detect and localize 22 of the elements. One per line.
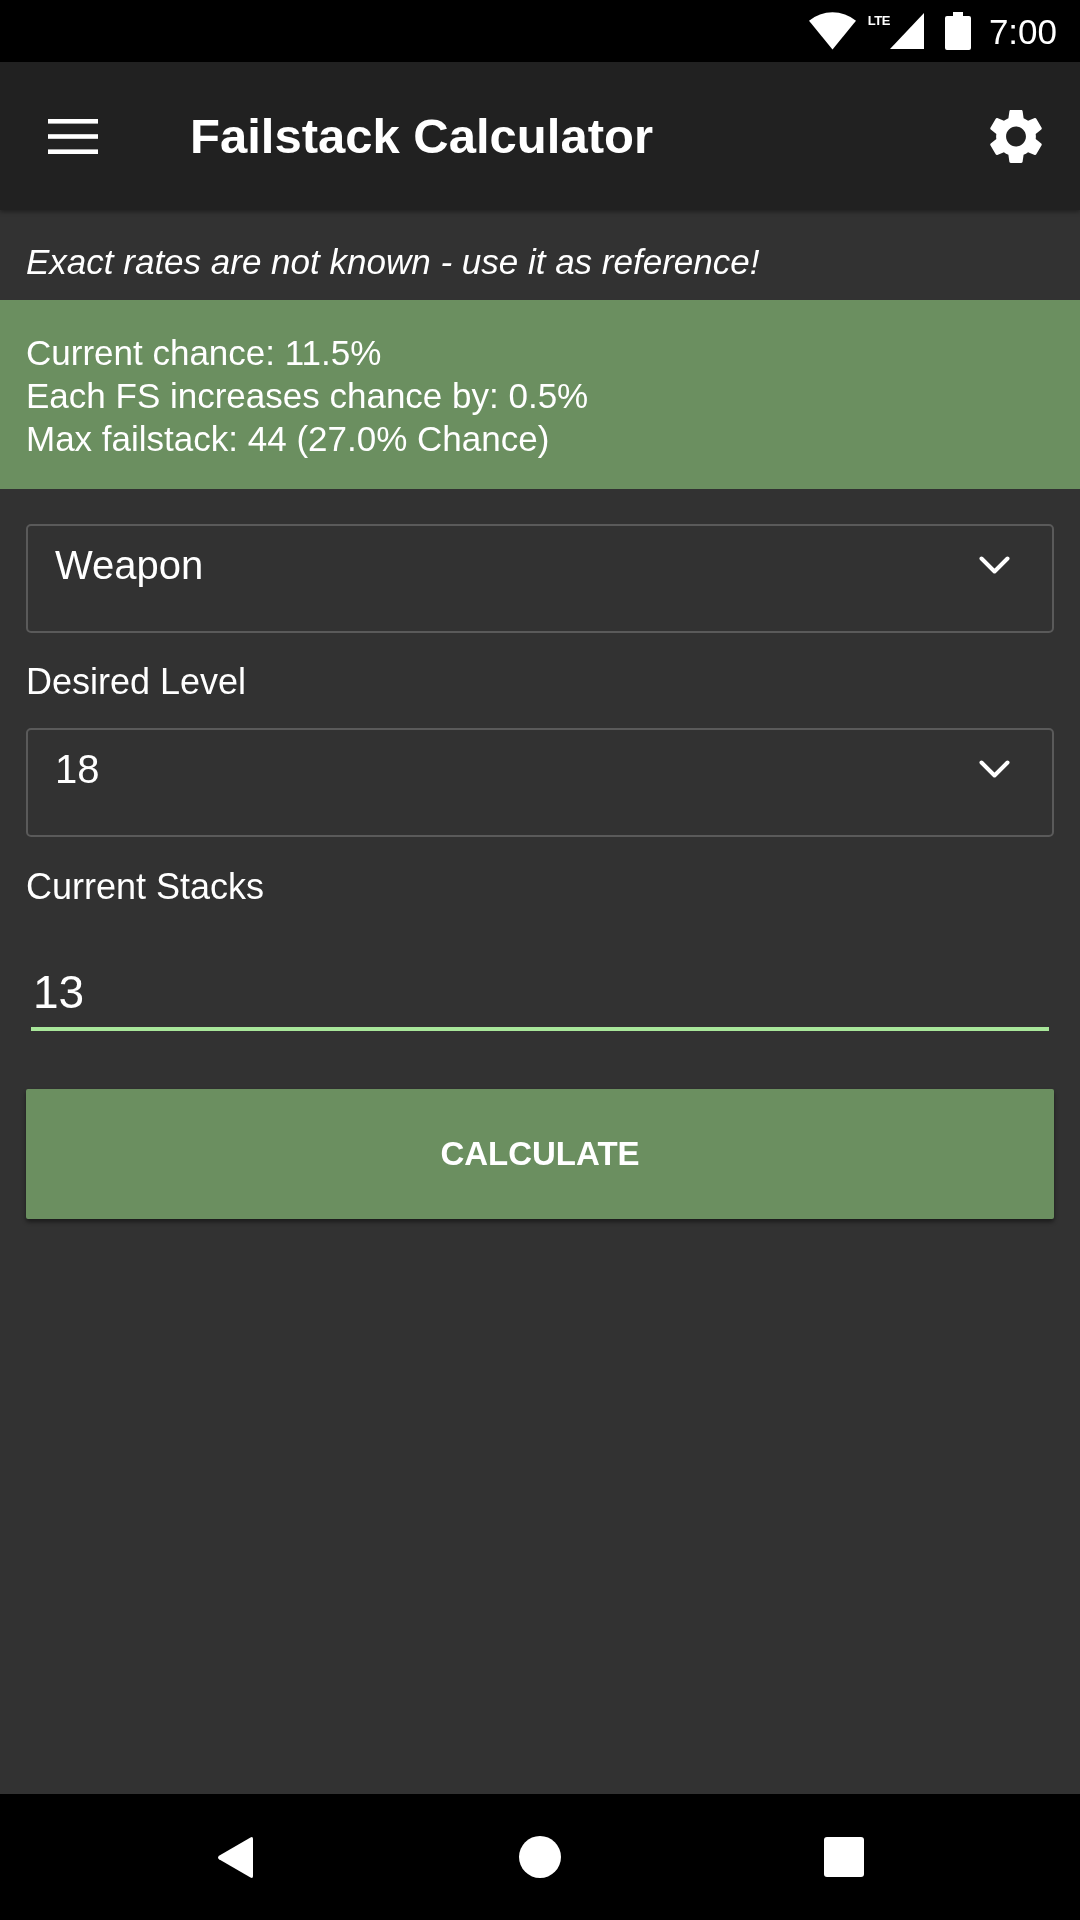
signal-icon [889, 13, 924, 49]
notice-text: Exact rates are not known - use it as reference! [26, 241, 760, 283]
clock-time: 7:00 [988, 13, 1057, 49]
menu-icon[interactable] [48, 118, 98, 154]
select-dropdown[interactable]: 18 [26, 728, 1054, 837]
chevron-down-icon [979, 760, 1010, 778]
app-title: Failstack Calculator [190, 107, 653, 165]
field-label: Desired Level [26, 661, 248, 703]
home-icon[interactable] [519, 1836, 561, 1878]
summary-line: Max failstack: 44 (27.0% Chance) [26, 418, 551, 460]
battery-icon [944, 12, 971, 50]
summary-line: Current chance: 11.5% [26, 332, 383, 374]
wifi-icon [808, 12, 856, 50]
field-label: Current Stacks [26, 866, 266, 908]
chevron-down-icon [979, 556, 1010, 574]
settings-icon[interactable] [990, 109, 1042, 163]
calculate-button[interactable]: CALCULATE [26, 1089, 1054, 1219]
summary-line: Each FS increases chance by: 0.5% [26, 375, 590, 417]
network-type-text: LTE [867, 14, 890, 27]
back-icon[interactable] [217, 1835, 255, 1879]
input-field[interactable]: 13 [31, 964, 1049, 1031]
select-dropdown[interactable]: Weapon [26, 524, 1054, 633]
